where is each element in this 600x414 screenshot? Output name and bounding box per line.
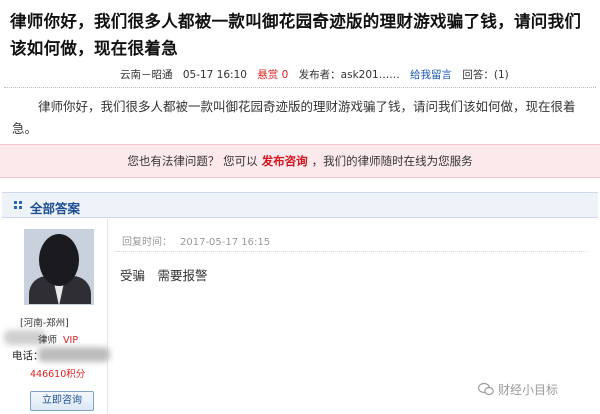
reply-time-label: 回复时间： — [122, 237, 172, 248]
lawyer-location: [河南-郑州] — [20, 318, 69, 329]
meta-reward: 悬赏 0 — [257, 69, 289, 81]
redacted-phone — [38, 347, 110, 362]
lawyer-points: 446610积分 — [30, 369, 86, 380]
meta-answer-count: 回答：(1) — [462, 69, 509, 81]
divider — [4, 87, 596, 88]
banner-suffix: ，我们的律师随时在线为您服务 — [311, 154, 473, 168]
meta-author: 发布者：ask201…… — [298, 69, 400, 81]
question-body: 律师你好，我们很多人都被一款叫御花园奇迹版的理财游戏骗了钱，请问我们该如何做，现… — [12, 99, 576, 136]
avatar[interactable] — [24, 229, 94, 305]
leave-message-link[interactable]: 给我留言 — [410, 69, 452, 81]
lawyer-role: 律师 VIP — [38, 332, 78, 346]
grid-icon — [14, 201, 22, 209]
meta-location: 云南－昭通 — [120, 69, 173, 81]
answer-text: 受骗 需要报警 — [120, 268, 208, 283]
reply-time: 回复时间： 2017-05-17 16:15 — [122, 233, 278, 248]
wechat-icon — [478, 382, 494, 396]
meta-date: 05-17 16:10 — [182, 69, 247, 81]
lawyer-card: [河南-郑州] 律师 VIP 电话： 446610积分 立即咨询 — [4, 219, 110, 414]
watermark: 财经小目标 — [478, 381, 558, 398]
reply-divider — [116, 251, 586, 252]
answers-section-header: 全部答案 — [2, 192, 598, 218]
question-title: 律师你好，我们很多人都被一款叫御花园奇迹版的理财游戏骗了钱，请问我们该如何做，现… — [10, 12, 582, 58]
question-meta: 云南－昭通 05-17 16:10 悬赏 0 发布者：ask201…… 给我留言… — [120, 67, 590, 82]
banner-prefix: 您也有法律问题？ 您可以 — [127, 154, 258, 168]
watermark-text: 财经小目标 — [498, 383, 559, 397]
consult-now-button[interactable]: 立即咨询 — [30, 391, 94, 411]
vip-badge: VIP — [63, 335, 79, 346]
lawyer-role-label: 律师 — [38, 335, 58, 346]
consult-banner: 您也有法律问题？ 您可以 发布咨询 ，我们的律师随时在线为您服务 — [0, 144, 600, 178]
reply-time-value: 2017-05-17 16:15 — [180, 237, 271, 248]
answers-section-title: 全部答案 — [30, 201, 81, 216]
publish-consult-link[interactable]: 发布咨询 — [262, 154, 308, 168]
